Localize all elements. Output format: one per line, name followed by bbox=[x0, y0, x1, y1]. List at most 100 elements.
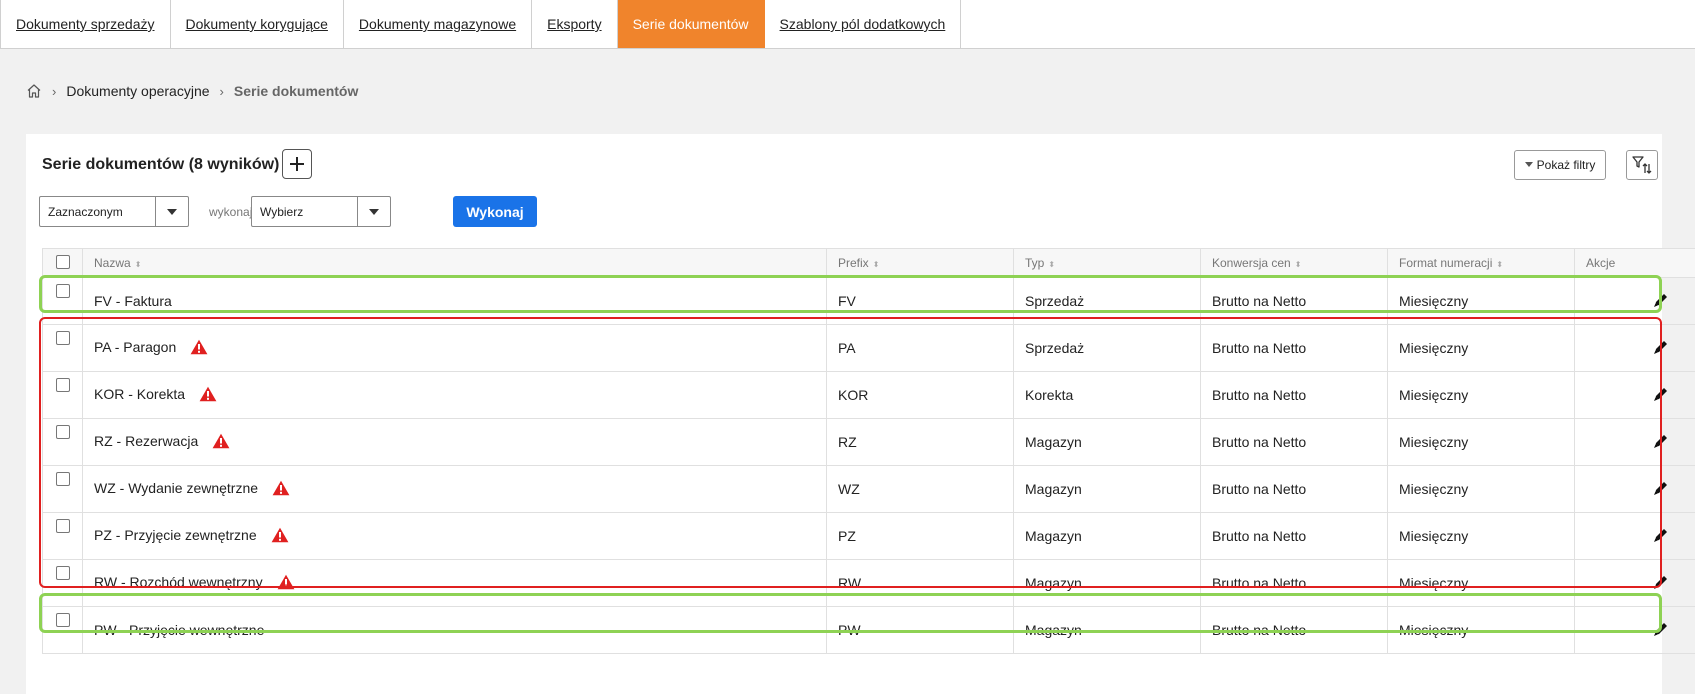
cell-name: RW - Rozchód wewnętrzny bbox=[83, 560, 827, 607]
series-name[interactable]: KOR - Korekta bbox=[94, 386, 185, 402]
row-checkbox-cell bbox=[43, 419, 83, 466]
cell-format: Miesięczny bbox=[1388, 607, 1575, 654]
table-row: KOR - KorektaKORKorektaBrutto na NettoMi… bbox=[43, 372, 1695, 419]
column-header-name[interactable]: Nazwa⬍ bbox=[83, 249, 827, 278]
series-name[interactable]: PW - Przyjęcie wewnętrzne bbox=[94, 622, 264, 638]
top-tabs: Dokumenty sprzedaży Dokumenty korygujące… bbox=[0, 0, 1695, 49]
column-header-type[interactable]: Typ⬍ bbox=[1014, 249, 1201, 278]
show-filters-label: Pokaż filtry bbox=[1537, 158, 1596, 172]
cell-conversion: Brutto na Netto bbox=[1201, 466, 1388, 513]
run-button[interactable]: Wykonaj bbox=[453, 196, 537, 227]
series-name[interactable]: PZ - Przyjęcie zewnętrzne bbox=[94, 527, 257, 543]
row-checkbox[interactable] bbox=[56, 284, 70, 298]
tab-dokumenty-sprzedazy[interactable]: Dokumenty sprzedaży bbox=[0, 0, 171, 48]
cell-type: Magazyn bbox=[1014, 607, 1201, 654]
cell-actions bbox=[1575, 278, 1695, 325]
cell-prefix: WZ bbox=[827, 466, 1014, 513]
add-series-button[interactable] bbox=[282, 149, 312, 179]
tab-serie-dokumentow[interactable]: Serie dokumentów bbox=[618, 0, 765, 48]
execute-label: wykonaj bbox=[209, 205, 252, 219]
pencil-icon[interactable] bbox=[1652, 385, 1670, 403]
breadcrumb: › Dokumenty operacyjne › Serie dokumentó… bbox=[26, 80, 358, 102]
series-panel: Serie dokumentów (8 wyników) Pokaż filtr… bbox=[26, 134, 1662, 694]
column-header-conversion[interactable]: Konwersja cen⬍ bbox=[1201, 249, 1388, 278]
cell-type: Korekta bbox=[1014, 372, 1201, 419]
caret-down-icon bbox=[357, 197, 390, 226]
row-checkbox-cell bbox=[43, 513, 83, 560]
row-checkbox-cell bbox=[43, 560, 83, 607]
bulk-scope-select[interactable]: Zaznaczonym bbox=[39, 196, 189, 227]
plus-icon bbox=[289, 156, 305, 172]
show-filters-button[interactable]: Pokaż filtry bbox=[1514, 150, 1606, 180]
tab-szablony-pol-dodatkowych[interactable]: Szablony pól dodatkowych bbox=[765, 0, 962, 48]
cell-format: Miesięczny bbox=[1388, 325, 1575, 372]
row-checkbox[interactable] bbox=[56, 613, 70, 627]
row-checkbox-cell bbox=[43, 278, 83, 325]
warning-triangle-icon bbox=[199, 386, 217, 405]
column-header-format[interactable]: Format numeracji⬍ bbox=[1388, 249, 1575, 278]
warning-triangle-icon bbox=[277, 574, 295, 593]
warning-triangle-icon bbox=[272, 480, 290, 499]
row-checkbox[interactable] bbox=[56, 378, 70, 392]
sort-icon: ⬍ bbox=[1048, 260, 1055, 269]
cell-type: Sprzedaż bbox=[1014, 278, 1201, 325]
pencil-icon[interactable] bbox=[1652, 338, 1670, 356]
row-checkbox[interactable] bbox=[56, 566, 70, 580]
action-select[interactable]: Wybierz bbox=[251, 196, 391, 227]
row-checkbox-cell bbox=[43, 372, 83, 419]
warning-triangle-icon bbox=[271, 527, 289, 546]
tab-dokumenty-magazynowe[interactable]: Dokumenty magazynowe bbox=[344, 0, 532, 48]
select-all-checkbox[interactable] bbox=[56, 255, 70, 269]
action-value: Wybierz bbox=[260, 205, 303, 219]
tab-eksporty[interactable]: Eksporty bbox=[532, 0, 617, 48]
cell-conversion: Brutto na Netto bbox=[1201, 513, 1388, 560]
cell-prefix: KOR bbox=[827, 372, 1014, 419]
cell-conversion: Brutto na Netto bbox=[1201, 607, 1388, 654]
cell-actions bbox=[1575, 419, 1695, 466]
row-checkbox[interactable] bbox=[56, 519, 70, 533]
series-table: Nazwa⬍ Prefix⬍ Typ⬍ Konwersja cen⬍ Forma… bbox=[42, 248, 1695, 654]
breadcrumb-current: Serie dokumentów bbox=[234, 83, 358, 99]
cell-name: KOR - Korekta bbox=[83, 372, 827, 419]
cell-type: Magazyn bbox=[1014, 466, 1201, 513]
row-checkbox[interactable] bbox=[56, 331, 70, 345]
page-title: Serie dokumentów (8 wyników) bbox=[42, 156, 279, 174]
cell-format: Miesięczny bbox=[1388, 278, 1575, 325]
column-header-actions: Akcje bbox=[1575, 249, 1695, 278]
row-checkbox[interactable] bbox=[56, 472, 70, 486]
sort-icon: ⬍ bbox=[1295, 260, 1302, 269]
series-name[interactable]: PA - Paragon bbox=[94, 339, 176, 355]
cell-actions bbox=[1575, 325, 1695, 372]
pencil-icon[interactable] bbox=[1652, 291, 1670, 309]
warning-triangle-icon bbox=[190, 339, 208, 358]
series-name[interactable]: RZ - Rezerwacja bbox=[94, 433, 198, 449]
cell-prefix: PA bbox=[827, 325, 1014, 372]
home-icon[interactable] bbox=[26, 83, 42, 99]
cell-format: Miesięczny bbox=[1388, 513, 1575, 560]
table-row: RZ - RezerwacjaRZMagazynBrutto na NettoM… bbox=[43, 419, 1695, 466]
pencil-icon[interactable] bbox=[1652, 620, 1670, 638]
breadcrumb-parent[interactable]: Dokumenty operacyjne bbox=[66, 83, 209, 99]
cell-format: Miesięczny bbox=[1388, 372, 1575, 419]
select-all-cell bbox=[43, 249, 83, 278]
row-checkbox[interactable] bbox=[56, 425, 70, 439]
cell-conversion: Brutto na Netto bbox=[1201, 419, 1388, 466]
pencil-icon[interactable] bbox=[1652, 479, 1670, 497]
row-checkbox-cell bbox=[43, 466, 83, 513]
column-header-prefix[interactable]: Prefix⬍ bbox=[827, 249, 1014, 278]
cell-conversion: Brutto na Netto bbox=[1201, 560, 1388, 607]
tab-dokumenty-korygujace[interactable]: Dokumenty korygujące bbox=[171, 0, 344, 48]
pencil-icon[interactable] bbox=[1652, 432, 1670, 450]
filter-sort-button[interactable] bbox=[1626, 150, 1658, 180]
cell-actions bbox=[1575, 466, 1695, 513]
cell-name: RZ - Rezerwacja bbox=[83, 419, 827, 466]
cell-name: PZ - Przyjęcie zewnętrzne bbox=[83, 513, 827, 560]
cell-actions bbox=[1575, 607, 1695, 654]
series-name[interactable]: RW - Rozchód wewnętrzny bbox=[94, 574, 263, 590]
cell-prefix: RW bbox=[827, 560, 1014, 607]
chevron-right-icon: › bbox=[52, 84, 56, 99]
series-name[interactable]: WZ - Wydanie zewnętrzne bbox=[94, 480, 258, 496]
pencil-icon[interactable] bbox=[1652, 526, 1670, 544]
series-name[interactable]: FV - Faktura bbox=[94, 293, 172, 309]
pencil-icon[interactable] bbox=[1652, 573, 1670, 591]
